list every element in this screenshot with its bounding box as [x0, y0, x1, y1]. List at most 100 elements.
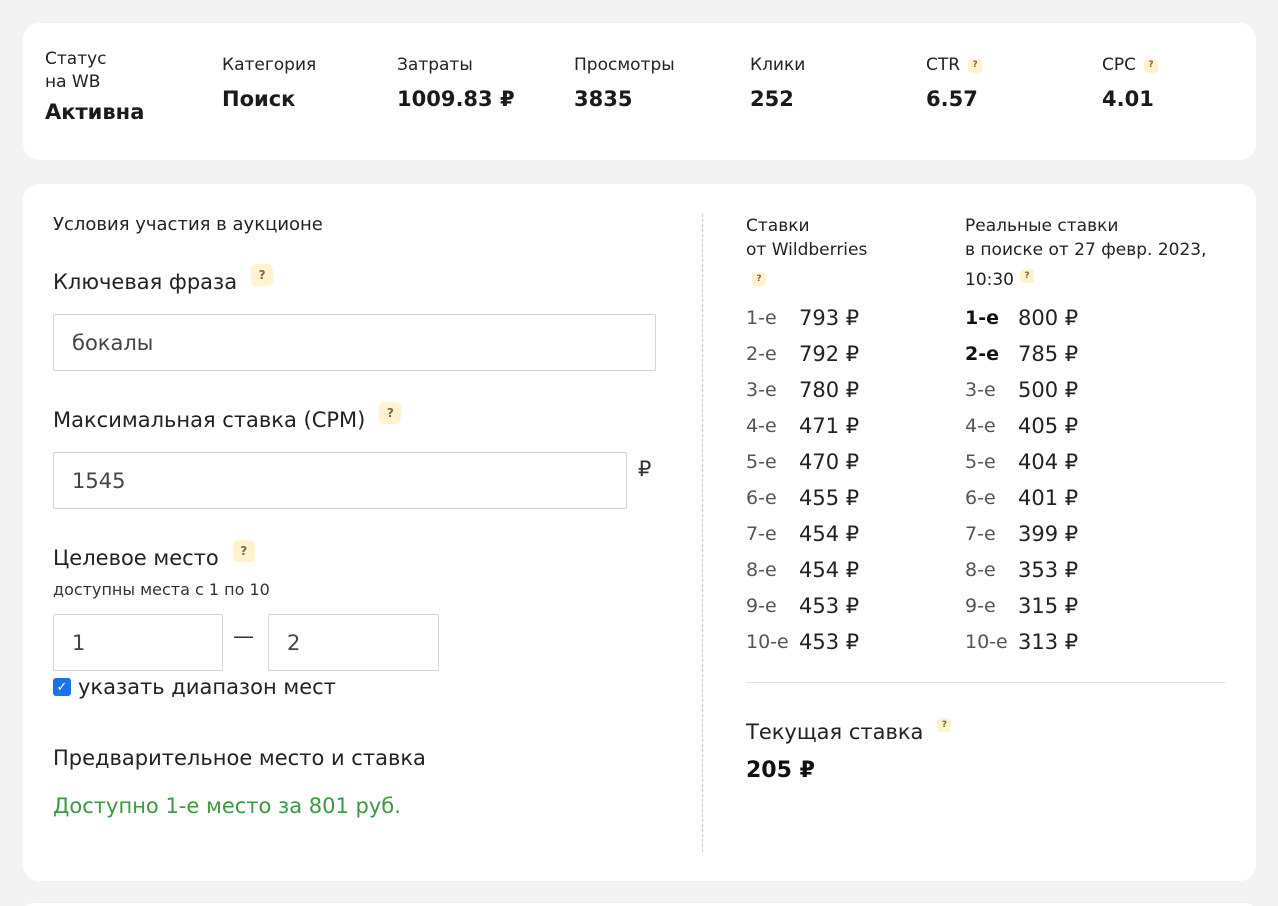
wb-bids-header: Ставки от Wildberries ?	[746, 214, 867, 288]
real-bid-rank: 10-е	[965, 631, 1008, 653]
real-bid-value: 800 ₽	[1018, 306, 1079, 330]
real-bid-value: 313 ₽	[1018, 630, 1079, 654]
real-bids-header: Реальные ставки в поиске от 27 февр. 202…	[965, 214, 1207, 292]
ctr-help-icon[interactable]: ?	[968, 58, 983, 73]
preliminary-title: Предварительное место и ставка	[53, 746, 426, 770]
real-bid-row: 8-е 353 ₽	[965, 552, 1078, 588]
wb-bids-header-line2: от Wildberries	[746, 240, 868, 260]
range-checkbox-label[interactable]: указать диапазон мест	[78, 675, 336, 699]
max-bid-label-row: Максимальная ставка (CPM) ?	[53, 402, 402, 432]
stat-cpc-label-row: CPC ?	[1102, 54, 1158, 77]
wb-bids-help-icon[interactable]: ?	[752, 272, 766, 286]
stat-views-value: 3835	[574, 87, 633, 111]
real-bid-rank: 8-е	[965, 559, 996, 581]
stat-cpc-value: 4.01	[1102, 87, 1154, 111]
preliminary-result: Доступно 1-е место за 801 руб.	[53, 794, 401, 818]
max-bid-label: Максимальная ставка (CPM)	[53, 408, 366, 432]
real-bid-value: 315 ₽	[1018, 594, 1079, 618]
wb-bid-value: 792 ₽	[799, 342, 860, 366]
target-place-hint: доступны места с 1 по 10	[53, 580, 270, 599]
stat-views: Просмотры 3835	[574, 54, 675, 113]
wb-bid-row: 10-е 453 ₽	[746, 624, 859, 660]
current-bid-help-icon[interactable]: ?	[937, 718, 952, 732]
wb-bids-header-line1: Ставки	[746, 216, 810, 236]
real-bid-row: 1-е 800 ₽	[965, 300, 1078, 336]
stat-clicks-label: Клики	[750, 55, 806, 75]
wb-bid-rank: 9-е	[746, 595, 777, 617]
wb-bid-value: 453 ₽	[799, 630, 860, 654]
current-bid-label: Текущая ставка	[746, 720, 924, 744]
auction-settings-card: Условия участия в аукционе Ключевая фраз…	[23, 184, 1256, 881]
real-bid-row: 9-е 315 ₽	[965, 588, 1078, 624]
target-place-label-row: Целевое место ?	[53, 540, 255, 570]
wb-bid-value: 470 ₽	[799, 450, 860, 474]
real-bid-value: 405 ₽	[1018, 414, 1079, 438]
real-bid-row: 6-е 401 ₽	[965, 480, 1078, 516]
stat-cpc: CPC ? 4.01	[1102, 54, 1158, 113]
range-checkbox[interactable]: ✓	[53, 678, 71, 696]
real-bid-value: 785 ₽	[1018, 342, 1079, 366]
place-to-input[interactable]	[268, 614, 439, 671]
stat-ctr: CTR ? 6.57	[926, 54, 983, 113]
stat-status: Статус на WB Активна	[45, 48, 144, 126]
real-bid-value: 401 ₽	[1018, 486, 1079, 510]
real-bids-list: 1-е 800 ₽ 2-е 785 ₽ 3-е 500 ₽ 4-е 405 ₽ 5-е 4…	[965, 300, 1078, 660]
wb-bid-row: 6-е 455 ₽	[746, 480, 859, 516]
stat-status-label-line2: на WB	[45, 72, 101, 92]
wb-bid-row: 3-е 780 ₽	[746, 372, 859, 408]
place-from-input[interactable]	[53, 614, 223, 671]
stat-spend-label: Затраты	[397, 55, 473, 75]
wb-bid-rank: 5-е	[746, 451, 777, 473]
real-bid-row: 7-е 399 ₽	[965, 516, 1078, 552]
wb-bid-rank: 2-е	[746, 343, 777, 365]
keyword-label-row: Ключевая фраза ?	[53, 264, 274, 294]
wb-bid-row: 4-е 471 ₽	[746, 408, 859, 444]
real-bids-help-icon[interactable]: ?	[1020, 269, 1034, 283]
keyword-label: Ключевая фраза	[53, 270, 238, 294]
cpc-help-icon[interactable]: ?	[1144, 58, 1158, 73]
auction-section-title: Условия участия в аукционе	[53, 214, 323, 235]
stat-category: Категория Поиск	[222, 54, 316, 113]
real-bid-rank: 2-е	[965, 343, 999, 365]
stat-spend-value: 1009.83 ₽	[397, 87, 515, 111]
wb-bid-rank: 3-е	[746, 379, 777, 401]
wb-bid-value: 455 ₽	[799, 486, 860, 510]
stat-category-value: Поиск	[222, 87, 296, 111]
real-bids-header-line1: Реальные ставки	[965, 216, 1119, 236]
max-bid-input[interactable]	[53, 452, 627, 509]
real-bids-header-line3: 10:30	[965, 270, 1014, 290]
wb-bid-rank: 1-е	[746, 307, 777, 329]
stat-status-label-line1: Статус	[45, 49, 107, 69]
campaign-stats-card: Статус на WB Активна Категория Поиск Зат…	[23, 23, 1256, 160]
current-bid-value: 205 ₽	[746, 758, 815, 783]
real-bid-rank: 4-е	[965, 415, 996, 437]
real-bid-rank: 7-е	[965, 523, 996, 545]
stat-status-value: Активна	[45, 100, 145, 124]
target-place-help-icon[interactable]: ?	[232, 540, 255, 562]
real-bid-row: 5-е 404 ₽	[965, 444, 1078, 480]
keyword-input[interactable]	[53, 314, 656, 371]
real-bid-value: 399 ₽	[1018, 522, 1079, 546]
target-place-label: Целевое место	[53, 546, 219, 570]
max-bid-help-icon[interactable]: ?	[379, 402, 402, 424]
real-bid-row: 3-е 500 ₽	[965, 372, 1078, 408]
max-bid-currency: ₽	[638, 457, 652, 481]
real-bid-rank: 5-е	[965, 451, 996, 473]
keyword-help-icon[interactable]: ?	[251, 264, 274, 286]
wb-bid-row: 5-е 470 ₽	[746, 444, 859, 480]
wb-bid-row: 9-е 453 ₽	[746, 588, 859, 624]
real-bid-rank: 9-е	[965, 595, 996, 617]
stat-clicks-value: 252	[750, 87, 794, 111]
stat-views-label: Просмотры	[574, 55, 675, 75]
real-bid-row: 4-е 405 ₽	[965, 408, 1078, 444]
real-bid-rank: 6-е	[965, 487, 996, 509]
column-divider	[702, 214, 703, 852]
wb-bid-row: 2-е 792 ₽	[746, 336, 859, 372]
real-bids-header-line2: в поиске от 27 февр. 2023,	[965, 240, 1207, 260]
stat-spend: Затраты 1009.83 ₽	[397, 54, 515, 113]
wb-bid-value: 454 ₽	[799, 522, 860, 546]
place-range-separator: —	[233, 624, 254, 648]
current-bid-label-row: Текущая ставка ?	[746, 718, 952, 744]
real-bid-rank: 3-е	[965, 379, 996, 401]
stat-ctr-value: 6.57	[926, 87, 978, 111]
